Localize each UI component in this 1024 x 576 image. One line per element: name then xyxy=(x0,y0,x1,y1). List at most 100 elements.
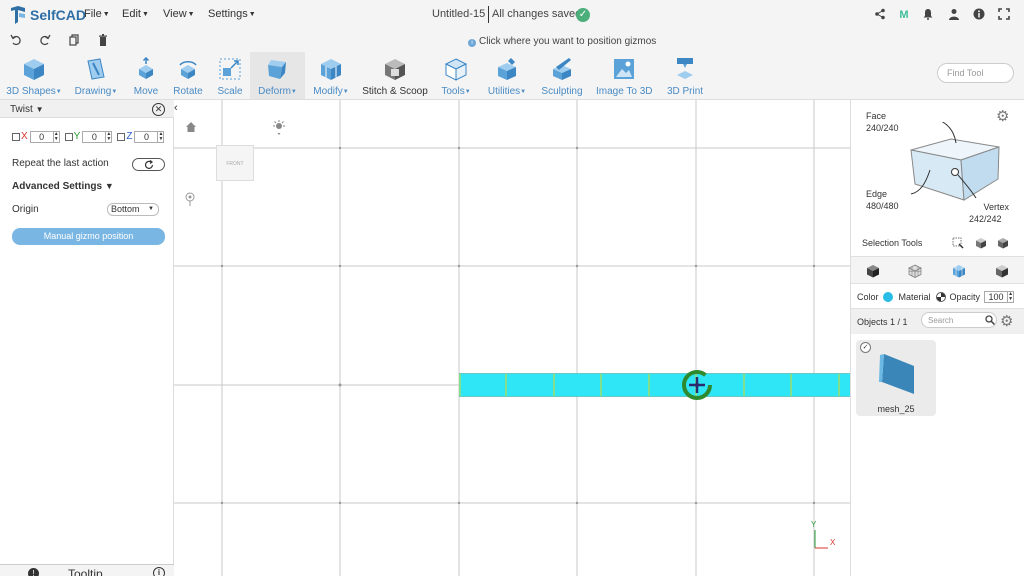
face-count[interactable]: Face 240/240 xyxy=(866,110,899,134)
find-tool-input[interactable]: Find Tool xyxy=(937,63,1014,83)
vertex-count[interactable]: Vertex xyxy=(975,201,1009,213)
origin-select[interactable]: Bottom ▼ xyxy=(107,203,159,216)
box-select-icon[interactable] xyxy=(952,237,964,249)
objects-settings-gear-icon[interactable]: ⚙ xyxy=(1000,312,1013,330)
tool-sculpting[interactable]: Sculpting xyxy=(540,52,584,99)
advanced-settings-toggle[interactable]: Advanced Settings ▼ xyxy=(12,181,114,192)
tool-move[interactable]: Move xyxy=(128,52,164,99)
menu-settings[interactable]: Settings▼ xyxy=(208,8,256,20)
x-value-input[interactable]: 0 xyxy=(29,130,54,143)
caret-down-icon: ▼ xyxy=(248,11,256,18)
object-card[interactable]: ✓ mesh_25 xyxy=(856,340,936,416)
home-view-icon[interactable] xyxy=(184,121,198,135)
z-stepper[interactable]: ▲ ▼ xyxy=(158,130,165,143)
info-icon[interactable] xyxy=(972,8,986,22)
object-mode-icon[interactable] xyxy=(866,264,880,278)
move-icon xyxy=(139,57,153,79)
tooltip-info-icon[interactable]: i xyxy=(153,567,165,576)
utilities-icon xyxy=(498,58,516,80)
tooltip-bulb-icon: ! xyxy=(28,568,39,576)
tool-3d-print[interactable]: 3D Print xyxy=(664,52,706,99)
fullscreen-icon[interactable] xyxy=(997,8,1011,22)
menu-edit-label: Edit xyxy=(122,8,141,20)
top-menubar: SelfCAD File▼ Edit▼ View▼ Settings▼ Unti… xyxy=(0,0,1024,30)
stitch-scoop-icon xyxy=(385,59,405,80)
tool-image-to-3d[interactable]: Image To 3D xyxy=(596,52,653,99)
opacity-input[interactable]: 100 xyxy=(984,291,1009,303)
check-icon[interactable]: ✓ xyxy=(860,342,871,353)
saved-check-icon: ✓ xyxy=(576,8,590,22)
opacity-stepper[interactable]: ▲ ▼ xyxy=(1008,291,1015,303)
mesh-thumbnail xyxy=(879,354,914,394)
y-checkbox[interactable] xyxy=(64,132,73,141)
z-checkbox[interactable] xyxy=(117,132,126,141)
properties-panel: Face 240/240 ⚙ Edge 480/480 Vertex 242/242… xyxy=(850,100,1024,576)
close-icon[interactable]: ✕ xyxy=(152,103,165,116)
edge-count[interactable]: Edge 480/480 xyxy=(866,188,899,212)
tool-rotate[interactable]: Rotate xyxy=(170,52,206,99)
menu-file-label: File xyxy=(84,8,102,20)
twist-axes-row: X 0 ▲ ▼ Y 0 ▲ ▼ Z 0 ▲ ▼ xyxy=(12,130,169,143)
rotate-icon xyxy=(179,61,197,79)
caret-down-icon: ▼ xyxy=(187,11,195,18)
3d-viewport[interactable]: ‹ FRONT Y X xyxy=(174,100,850,576)
tool-drawing-label: Drawing▼ xyxy=(74,86,118,97)
tool-move-label: Move xyxy=(133,86,159,97)
panel-title[interactable]: Twist ▼ xyxy=(10,104,43,115)
edge-label: Edge xyxy=(866,189,888,199)
selfcad-logo[interactable]: SelfCAD xyxy=(10,5,86,25)
menu-file[interactable]: File▼ xyxy=(84,8,110,20)
x-checkbox[interactable] xyxy=(12,132,20,141)
viewport-grid xyxy=(174,100,850,576)
search-icon[interactable] xyxy=(985,315,995,325)
tool-tools[interactable]: Tools▼ xyxy=(438,52,474,99)
collapse-left-panel-icon[interactable]: ‹ xyxy=(174,102,184,118)
tooltip-bar[interactable]: ! Tooltip i xyxy=(0,564,174,576)
cube-select-icon[interactable] xyxy=(997,237,1009,249)
tool-scale[interactable]: Scale xyxy=(212,52,248,99)
origin-value: Bottom xyxy=(111,204,140,214)
tool-deform[interactable]: Deform▼ xyxy=(250,52,305,99)
tool-utilities[interactable]: Utilities▼ xyxy=(484,52,530,99)
menu-view[interactable]: View▼ xyxy=(163,8,195,20)
y-value-input[interactable]: 0 xyxy=(82,130,107,143)
view-cube-front[interactable]: FRONT xyxy=(216,145,254,181)
menu-edit[interactable]: Edit▼ xyxy=(122,8,149,20)
document-title[interactable]: Untitled-15 xyxy=(432,8,485,20)
solid-mode-icon[interactable] xyxy=(995,264,1009,278)
light-gizmo-icon[interactable] xyxy=(272,120,286,135)
x-stepper[interactable]: ▲ ▼ xyxy=(53,130,60,143)
tool-drawing[interactable]: Drawing▼ xyxy=(70,52,122,99)
repeat-button[interactable] xyxy=(132,158,165,171)
hint-text: Click where you want to position gizmos xyxy=(479,36,657,47)
menu-view-label: View xyxy=(163,8,187,20)
twist-gizmo-icon[interactable] xyxy=(679,367,715,403)
bell-icon[interactable] xyxy=(921,8,935,22)
copy-icon[interactable] xyxy=(67,34,81,48)
z-value-input[interactable]: 0 xyxy=(134,130,159,143)
tool-modify-label: Modify▼ xyxy=(313,86,349,97)
advanced-settings-label: Advanced Settings xyxy=(12,181,103,192)
location-pin-icon[interactable] xyxy=(183,192,197,206)
redo-icon[interactable] xyxy=(38,34,52,48)
m-logo-icon[interactable]: M xyxy=(897,8,911,22)
cube-icon xyxy=(24,59,44,80)
tool-deform-label: Deform▼ xyxy=(258,86,297,97)
save-status: All changes saved xyxy=(492,8,582,20)
user-icon[interactable] xyxy=(947,8,961,22)
tool-stitch-scoop[interactable]: Stitch & Scoop xyxy=(362,52,428,99)
trash-icon[interactable] xyxy=(96,34,110,48)
deform-icon xyxy=(268,60,286,79)
material-icon[interactable] xyxy=(935,292,946,302)
undo-icon[interactable] xyxy=(9,34,23,48)
color-swatch[interactable] xyxy=(882,292,893,302)
axis-y-label: Y xyxy=(811,520,817,529)
magic-select-icon[interactable] xyxy=(975,237,987,249)
tool-modify[interactable]: Modify▼ xyxy=(310,52,352,99)
share-icon[interactable] xyxy=(873,8,887,22)
wireframe-mode-icon[interactable] xyxy=(908,264,922,278)
y-stepper[interactable]: ▲ ▼ xyxy=(106,130,113,143)
face-mode-icon[interactable] xyxy=(952,264,966,278)
manual-gizmo-button[interactable]: Manual gizmo position xyxy=(12,228,165,245)
tool-3d-shapes[interactable]: 3D Shapes▼ xyxy=(6,52,62,99)
